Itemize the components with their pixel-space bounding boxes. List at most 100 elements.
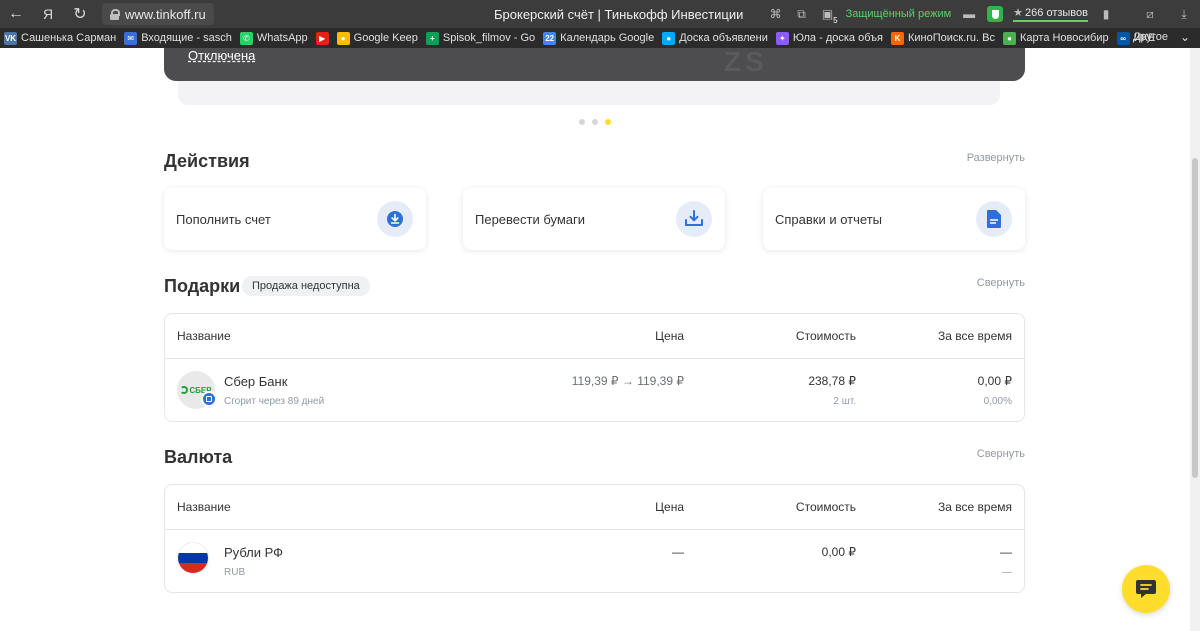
kinopoisk-icon: K [890,31,904,45]
chat-button[interactable] [1122,565,1170,613]
map-icon: ● [1003,31,1016,45]
whatsapp-icon: ✆ [239,31,253,45]
bookmark-item[interactable]: VK Сашенька Сарман [4,31,117,45]
reviews-link[interactable]: ★ 266 отзывов [1013,6,1088,22]
copy-icon[interactable]: ⧉ [794,6,810,22]
currency-title: Валюта [164,447,233,467]
carousel-dot[interactable] [592,119,598,125]
gifts-title: Подарки [164,276,241,296]
keep-icon: ● [336,31,350,45]
column-header-total[interactable]: За все время [938,329,1012,343]
asset-subtitle: Сгорит через 89 дней [224,396,325,407]
column-header-name[interactable]: Название [177,500,231,514]
sale-unavailable-badge: Продажа недоступна [242,276,370,296]
page-title-tab: Брокерский счёт | Тинькофф Инвестиции [494,7,744,22]
table-header: Название Цена Стоимость За все время [165,314,1024,359]
translate-icon[interactable]: ⌘ [768,6,784,22]
table-row[interactable]: СБЕР Сбер Банк Сгорит через 89 дней 119,… [165,359,1024,421]
ikea-icon: ∞ [1116,31,1130,45]
table-row[interactable]: Рубли РФ RUB — 0,00 ₽ — — [165,530,1024,592]
mail-icon: ✉ [124,31,138,45]
currency-total-sub: — [1002,567,1012,578]
carousel-dot-active[interactable] [605,119,611,125]
top-up-account-card[interactable]: Пополнить счет [164,188,426,250]
tray-download-icon [676,201,712,237]
column-header-name[interactable]: Название [177,329,231,343]
banner-decoration: ZS [724,48,768,77]
action-label: Перевести бумаги [475,211,586,227]
bookmark-label: КиноПоиск.ru. Вс [907,32,995,44]
browser-titlebar: ← Я ↻ www.tinkoff.ru Брокерский счёт | Т… [0,0,1200,28]
column-header-total[interactable]: За все время [938,500,1012,514]
url-text: www.tinkoff.ru [125,6,206,22]
bookmark-item[interactable]: ✉ Входящие - sasch [124,31,232,45]
bookmark-item[interactable]: + Spisok_filmov - Go [425,31,536,45]
calendar-icon: 22 [543,31,557,45]
sber-mark-icon [180,386,189,394]
address-bar[interactable]: www.tinkoff.ru [102,3,214,25]
column-header-price[interactable]: Цена [655,329,684,343]
download-circle-icon [377,201,413,237]
bookmark-label: Доска объявлени [679,32,768,44]
chevron-down-icon[interactable]: ⌄ [1180,30,1190,44]
other-bookmarks-folder[interactable]: Другое [1133,31,1168,43]
star-icon: ★ [1013,7,1024,19]
bookmark-item[interactable]: ● Карта Новосибир [1003,31,1109,45]
bookmark-icon[interactable]: ▮ [1098,6,1114,22]
transfer-securities-card[interactable]: Перевести бумаги [463,188,725,250]
back-arrow-icon[interactable]: ← [0,0,32,28]
bookmark-label: Юла - доска объя [792,32,883,44]
bookmark-label: Spisok_filmov - Go [442,32,536,44]
youtube-icon: ▶ [315,31,329,45]
collapse-gifts-link[interactable]: Свернуть [977,277,1025,289]
gifts-table: Название Цена Стоимость За все время СБЕ… [164,313,1025,422]
bookmark-label: WhatsApp [256,32,308,44]
bookmark-label: Входящие - sasch [141,32,232,44]
scrollbar[interactable] [1190,48,1200,631]
tabs-icon[interactable]: ▣ 5 [820,6,838,25]
page-content: Отключена ZS Действия Развернуть Пополни… [0,48,1190,631]
action-label: Пополнить счет [176,211,271,227]
bookmark-item[interactable]: ● Доска объявлени [662,31,768,45]
tab-count: 5 [833,16,838,25]
bookmark-item[interactable]: ● Google Keep [336,31,418,45]
yandex-icon[interactable]: Я [32,0,64,28]
table-header: Название Цена Стоимость За все время [165,485,1024,530]
bookmark-item[interactable]: 22 Календарь Google [543,31,654,45]
expand-actions-link[interactable]: Развернуть [967,152,1025,164]
carousel-dot[interactable] [579,119,585,125]
russia-flag-icon [177,542,209,574]
gift-icon [201,391,217,407]
currency-cost: 0,00 ₽ [821,545,856,559]
currency-price: — [672,545,684,559]
column-header-cost[interactable]: Стоимость [796,329,856,343]
column-header-price[interactable]: Цена [655,500,684,514]
sheets-icon: + [425,31,439,45]
asset-total-percent: 0,00% [983,396,1012,407]
reports-card[interactable]: Справки и отчеты [763,188,1025,250]
collapse-currency-link[interactable]: Свернуть [977,448,1025,460]
bookmark-add-icon[interactable]: ⧄ [1142,6,1158,22]
chat-bubble-icon[interactable]: ▬ [961,6,977,22]
bookmark-item[interactable]: ✆ WhatsApp [239,31,308,45]
column-header-cost[interactable]: Стоимость [796,500,856,514]
download-arrow-icon[interactable]: ⤓ [1176,6,1192,22]
bookmark-item[interactable]: K КиноПоиск.ru. Вс [890,31,995,45]
asset-total: 0,00 ₽ [977,374,1012,388]
currency-total: — [1000,545,1012,559]
bookmark-item[interactable]: ▶ [315,31,329,45]
avito-icon: ● [662,31,676,45]
secure-mode-label[interactable]: Защищённый режим [846,8,952,20]
promo-banner[interactable]: Отключена ZS [164,48,1025,81]
banner-stack-shadow [178,81,1000,105]
bookmark-item[interactable]: ✦ Юла - доска объя [775,31,883,45]
action-label: Справки и отчеты [775,211,882,227]
carousel-dots [579,119,611,125]
reload-icon[interactable]: ↻ [64,0,96,28]
youla-icon: ✦ [775,31,789,45]
bookmark-label: Сашенька Сарман [21,32,117,44]
currency-table: Название Цена Стоимость За все время Руб… [164,484,1025,593]
scrollbar-thumb[interactable] [1192,158,1198,478]
shield-icon[interactable] [987,6,1004,22]
banner-status-link[interactable]: Отключена [188,48,255,63]
